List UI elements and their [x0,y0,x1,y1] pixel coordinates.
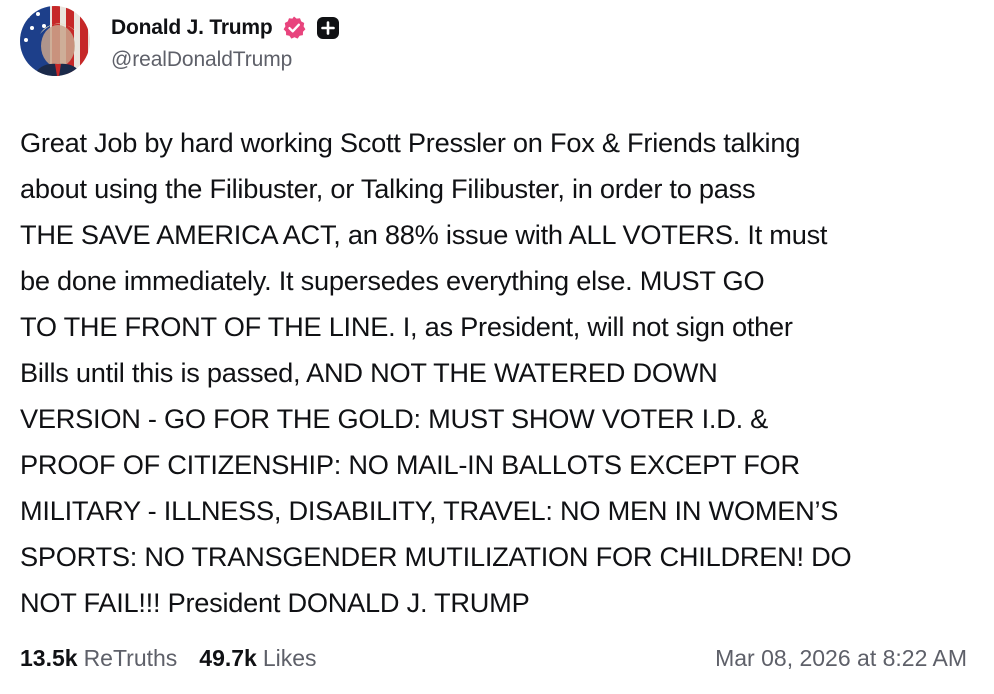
likes-label: Likes [262,644,317,671]
post-footer: 13.5k ReTruths 49.7k Likes Mar 08, 2026 … [20,640,967,676]
retruths-label: ReTruths [83,644,178,671]
avatar-image [20,6,90,76]
post-header: Donald J. Trump @realDonaldTrump [20,6,340,76]
author-display-name[interactable]: Donald J. Trump [111,16,273,40]
likes-count: 49.7k [199,644,257,671]
avatar[interactable] [20,6,90,76]
post-text: Great Job by hard working Scott Pressler… [20,127,852,618]
verified-badge-icon [281,15,307,41]
retruths-count: 13.5k [20,644,78,671]
post-card: Donald J. Trump @realDonaldTrump Great J… [0,0,994,694]
likes-stat[interactable]: 49.7k Likes [199,645,316,672]
post-timestamp[interactable]: Mar 08, 2026 at 8:22 AM [715,645,967,672]
retruths-stat[interactable]: 13.5k ReTruths [20,645,177,672]
author-handle[interactable]: @realDonaldTrump [111,48,340,72]
author-names: Donald J. Trump @realDonaldTrump [111,11,340,72]
name-row: Donald J. Trump [111,11,340,45]
plus-square-icon[interactable] [316,16,340,40]
